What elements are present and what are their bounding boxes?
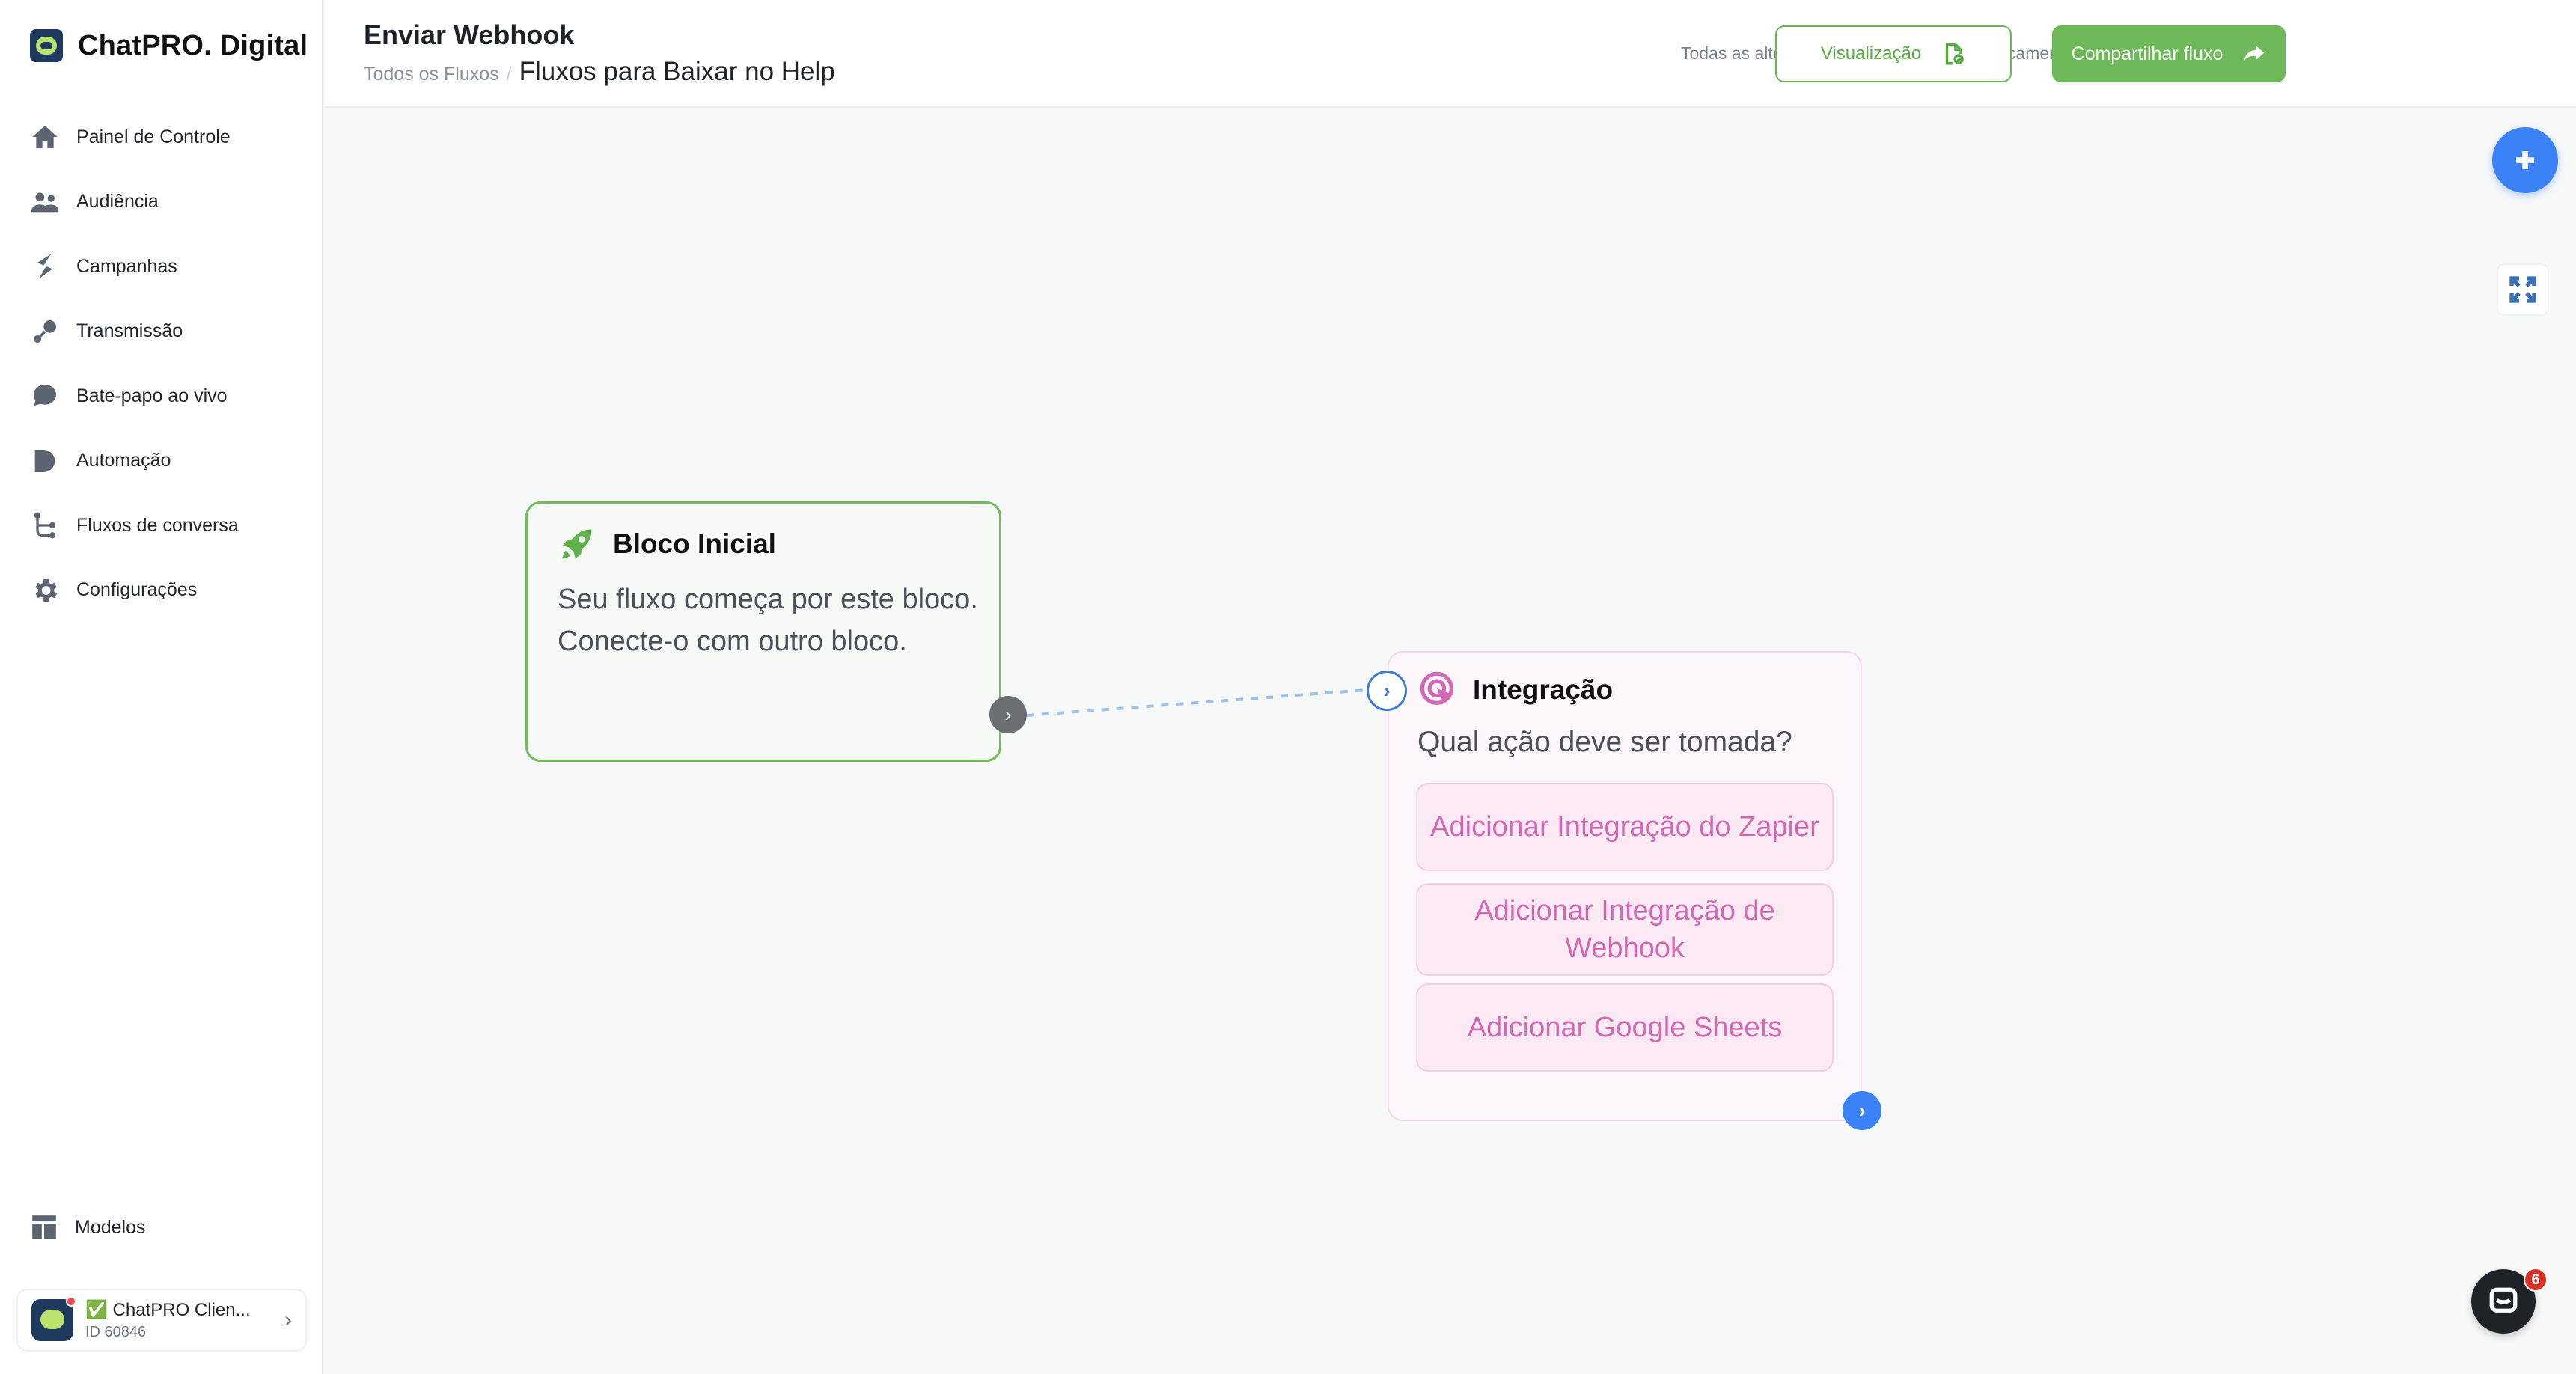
sidebar-item-label: Bate-papo ao vivo [76, 385, 228, 406]
integration-block-input-handle[interactable]: › [1367, 671, 1407, 711]
sidebar-item-label: Audiência [76, 191, 159, 213]
sidebar-item-modelos[interactable]: Modelos [30, 1212, 146, 1242]
brand[interactable]: ChatPRO. Digital [30, 27, 308, 64]
brand-name: ChatPRO. Digital [78, 29, 308, 61]
account-switcher[interactable]: ✅ ChatPRO Clien... ID 60846 › [16, 1289, 307, 1352]
sidebar-item-label: Transmissão [76, 320, 183, 342]
sidebar-item-label: Modelos [75, 1216, 146, 1238]
gear-icon [30, 575, 60, 605]
share-flow-button[interactable]: Compartilhar fluxo [2052, 25, 2286, 82]
sidebar-item-fluxos[interactable]: Fluxos de conversa [30, 493, 239, 558]
flow-icon [30, 510, 60, 540]
start-block[interactable]: Bloco Inicial Seu fluxo começa por este … [525, 501, 1001, 762]
plus-icon [2516, 151, 2534, 169]
sidebar-item-label: Fluxos de conversa [76, 514, 239, 536]
sidebar-item-label: Configurações [76, 579, 198, 601]
breadcrumb-root-link[interactable]: Todos os Fluxos [364, 64, 499, 85]
preview-document-icon [1945, 43, 1964, 65]
home-icon [30, 122, 60, 152]
start-block-description: Seu fluxo começa por este bloco. Conecte… [558, 584, 978, 657]
chat-unread-badge: 6 [2524, 1268, 2548, 1292]
page-title: Enviar Webhook [364, 19, 575, 50]
fullscreen-button[interactable] [2497, 263, 2549, 316]
integration-question: Qual ação deve ser tomada? [1417, 726, 1792, 758]
integration-block-output-handle[interactable]: › [1843, 1091, 1881, 1130]
sidebar-item-label: Campanhas [76, 255, 177, 277]
share-label: Compartilhar fluxo [2071, 43, 2224, 64]
add-google-sheets-option[interactable]: Adicionar Google Sheets [1416, 983, 1834, 1072]
add-block-button[interactable] [2492, 127, 2558, 193]
integration-block[interactable]: Integração Qual ação deve ser tomada? Ad… [1388, 651, 1862, 1121]
sidebar-item-bate-papo[interactable]: Bate-papo ao vivo [30, 364, 239, 429]
share-arrow-icon [2244, 46, 2265, 61]
preview-label: Visualização [1820, 43, 1922, 64]
expand-icon [2509, 276, 2536, 303]
sidebar-item-campanhas[interactable]: Campanhas [30, 234, 239, 299]
brand-logo-icon [30, 29, 63, 62]
sidebar-item-painel[interactable]: Painel de Controle [30, 105, 239, 170]
account-id: ID 60846 [85, 1324, 147, 1340]
avatar [31, 1296, 76, 1341]
sidebar-item-audiencia[interactable]: Audiência [30, 170, 239, 235]
account-name: ✅ ChatPRO Clien... [85, 1300, 251, 1320]
integration-target-icon [1420, 671, 1453, 705]
users-icon [30, 187, 60, 217]
templates-icon [32, 1215, 56, 1239]
campaign-icon [30, 251, 60, 281]
sidebar-item-configuracoes[interactable]: Configurações [30, 558, 239, 623]
sidebar-item-transmissao[interactable]: Transmissão [30, 299, 239, 364]
broadcast-icon [30, 317, 60, 346]
add-webhook-option[interactable]: Adicionar Integração de Webhook [1416, 883, 1834, 976]
automation-icon [30, 446, 60, 476]
chat-icon [2489, 1287, 2518, 1313]
integration-block-title: Integração [1473, 674, 1614, 705]
sidebar-nav: Painel de Controle Audiência Campanhas T… [30, 105, 239, 623]
sidebar-item-label: Painel de Controle [76, 126, 231, 147]
breadcrumb-current: Fluxos para Baixar no Help [519, 57, 835, 86]
sidebar-item-label: Automação [76, 450, 171, 471]
add-zapier-option[interactable]: Adicionar Integração do Zapier [1416, 783, 1834, 871]
status-dot [66, 1296, 76, 1307]
start-block-output-handle[interactable]: › [989, 696, 1027, 733]
chevron-right-icon: › [284, 1307, 292, 1332]
sidebar: ChatPRO. Digital Painel de Controle Audi… [0, 0, 323, 1374]
sidebar-item-automacao[interactable]: Automação [30, 429, 239, 494]
breadcrumb: Todos os Fluxos / Fluxos para Baixar no … [364, 57, 835, 87]
preview-button[interactable]: Visualização [1775, 25, 2012, 82]
start-block-title: Bloco Inicial [613, 528, 776, 559]
rocket-icon [562, 529, 592, 559]
breadcrumb-separator: / [506, 64, 512, 85]
chat-bubble-icon [30, 381, 60, 411]
